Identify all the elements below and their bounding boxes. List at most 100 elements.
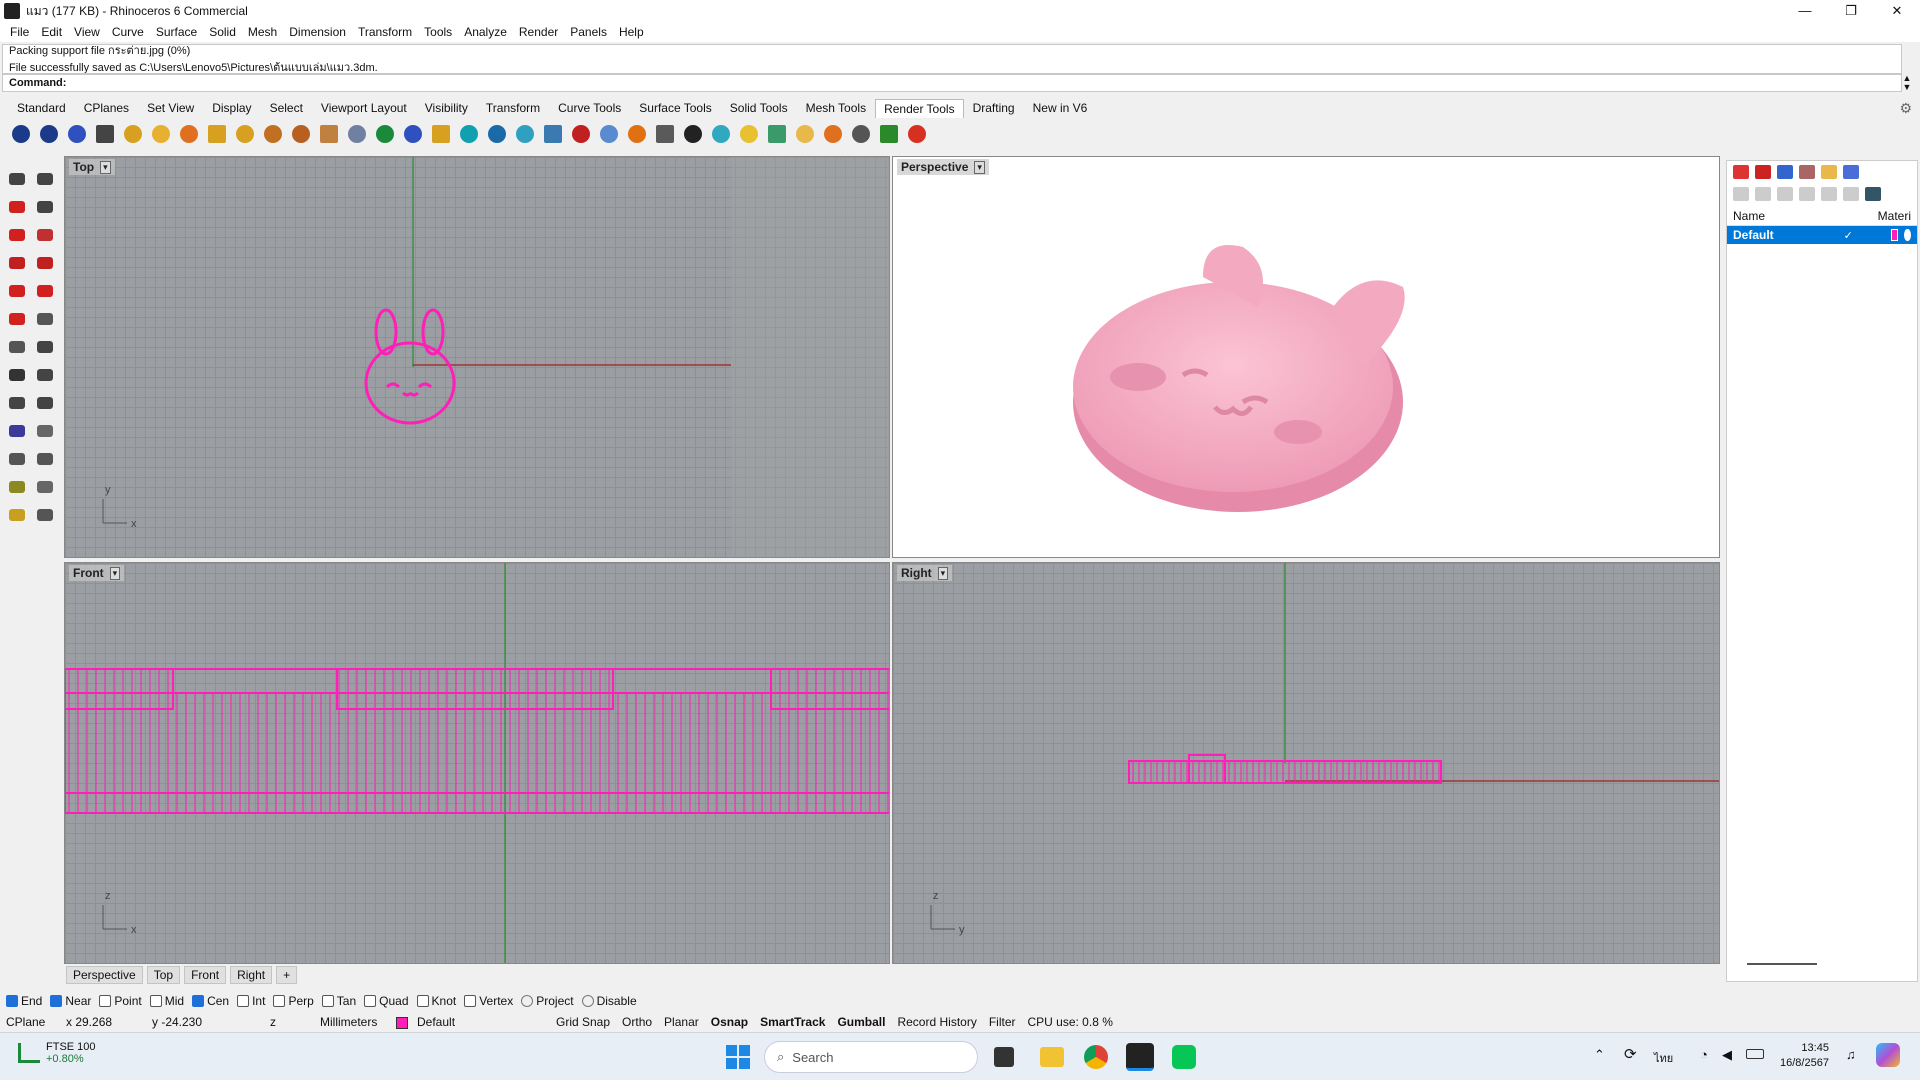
- ground-plane-icon[interactable]: [456, 121, 482, 147]
- menu-transform[interactable]: Transform: [352, 25, 418, 39]
- minimize-button[interactable]: —: [1782, 0, 1828, 22]
- render-icon[interactable]: [1777, 165, 1793, 179]
- menu-surface[interactable]: Surface: [150, 25, 203, 39]
- save-icon[interactable]: [32, 194, 58, 220]
- funnel-icon[interactable]: [32, 418, 58, 444]
- viewport-label-front[interactable]: Front ▾: [69, 565, 125, 581]
- osnap-near[interactable]: Near: [50, 994, 91, 1008]
- osnap-cen[interactable]: Cen: [192, 994, 229, 1008]
- gear-icon[interactable]: ⚙: [1899, 100, 1912, 117]
- taskbar-search[interactable]: ⌕ Search: [764, 1041, 978, 1073]
- rhino-taskbar-icon[interactable]: [1126, 1043, 1154, 1071]
- dropdown-arrow-icon[interactable]: ▾: [937, 566, 949, 580]
- checkbox[interactable]: [50, 995, 63, 1007]
- menu-render[interactable]: Render: [513, 25, 564, 39]
- menu-help[interactable]: Help: [613, 25, 650, 39]
- layers-icon[interactable]: [1755, 165, 1771, 179]
- panel-scrollbar[interactable]: [1747, 963, 1817, 965]
- rectangular-light-icon[interactable]: [204, 121, 230, 147]
- planar-toggle[interactable]: Planar: [658, 1015, 705, 1029]
- tab-set-view[interactable]: Set View: [138, 98, 203, 118]
- move-left-icon[interactable]: [1843, 187, 1859, 201]
- ortho-toggle[interactable]: Ortho: [616, 1015, 658, 1029]
- edit-icon[interactable]: [1799, 165, 1815, 179]
- plane-icon[interactable]: [32, 390, 58, 416]
- menu-analyze[interactable]: Analyze: [458, 25, 513, 39]
- environment-icon[interactable]: [372, 121, 398, 147]
- material-icon[interactable]: [1904, 229, 1911, 241]
- pan-icon[interactable]: [32, 502, 58, 528]
- checkbox[interactable]: [464, 995, 477, 1007]
- car-icon[interactable]: [4, 278, 30, 304]
- filter-icon[interactable]: [1865, 187, 1881, 201]
- car-small-icon[interactable]: [32, 250, 58, 276]
- light-properties-icon[interactable]: [344, 121, 370, 147]
- tab-curve-tools[interactable]: Curve Tools: [549, 98, 630, 118]
- plane-icon[interactable]: [4, 390, 30, 416]
- circle-icon[interactable]: [32, 306, 58, 332]
- plane-icon[interactable]: [4, 418, 30, 444]
- add-viewport-icon[interactable]: +: [276, 966, 298, 984]
- osnap-vertex[interactable]: Vertex: [464, 994, 513, 1008]
- osnap-point[interactable]: Point: [99, 994, 142, 1008]
- cylinder-icon[interactable]: [32, 222, 58, 248]
- osnap-end[interactable]: End: [6, 994, 42, 1008]
- zoom-icon[interactable]: [4, 446, 30, 472]
- filter-toggle[interactable]: Filter: [983, 1015, 1022, 1029]
- osnap-toggle[interactable]: Osnap: [705, 1015, 754, 1029]
- checkbox[interactable]: [364, 995, 377, 1007]
- tab-cplanes[interactable]: CPlanes: [75, 98, 138, 118]
- input-language[interactable]: ไทย: [1654, 1049, 1673, 1067]
- chrome-icon[interactable]: [1084, 1045, 1108, 1069]
- viewport-tab-right[interactable]: Right: [230, 966, 273, 984]
- osnap-disable[interactable]: Disable: [581, 994, 637, 1008]
- sync-icon[interactable]: ⟳: [1624, 1045, 1637, 1063]
- layer-row[interactable]: Default ✓: [1727, 226, 1917, 244]
- light-array-icon[interactable]: [260, 121, 286, 147]
- tab-display[interactable]: Display: [203, 98, 260, 118]
- checker-icon[interactable]: [680, 121, 706, 147]
- volume-icon[interactable]: ◀: [1722, 1047, 1732, 1063]
- move-icon[interactable]: [4, 362, 30, 388]
- battery-icon[interactable]: [1746, 1049, 1764, 1059]
- materials-icon[interactable]: [92, 121, 118, 147]
- file-explorer-icon[interactable]: [1040, 1047, 1064, 1067]
- viewport-perspective[interactable]: Perspective ▾: [892, 156, 1720, 558]
- command-line[interactable]: Command:: [2, 74, 1902, 92]
- osnap-int[interactable]: Int: [237, 994, 265, 1008]
- properties-icon[interactable]: [1733, 165, 1749, 179]
- car-icon[interactable]: [32, 278, 58, 304]
- cplane-status[interactable]: CPlane: [0, 1015, 60, 1029]
- new-layer-icon[interactable]: [1733, 187, 1749, 201]
- magnifier-icon[interactable]: [736, 121, 762, 147]
- menu-solid[interactable]: Solid: [203, 25, 242, 39]
- sun-icon[interactable]: [288, 121, 314, 147]
- menu-file[interactable]: File: [4, 25, 35, 39]
- zoom-extents-icon[interactable]: [4, 474, 30, 500]
- checkbox[interactable]: [273, 995, 286, 1007]
- dropdown-arrow-icon[interactable]: ▾: [100, 160, 111, 174]
- line-app-icon[interactable]: [1172, 1045, 1196, 1069]
- checkbox[interactable]: [416, 995, 429, 1007]
- cylinder-mapping-icon[interactable]: [540, 121, 566, 147]
- radio-button[interactable]: [521, 995, 534, 1007]
- clock[interactable]: 13:45 16/8/2567: [1780, 1041, 1829, 1071]
- menu-mesh[interactable]: Mesh: [242, 25, 283, 39]
- viewport-label-perspective[interactable]: Perspective ▾: [897, 159, 989, 175]
- dropdown-arrow-icon[interactable]: ▾: [974, 160, 985, 174]
- sphere-mapping-icon[interactable]: [596, 121, 622, 147]
- point-light-icon[interactable]: [148, 121, 174, 147]
- radio-button[interactable]: [581, 995, 594, 1007]
- checkbox[interactable]: [321, 995, 334, 1007]
- texture-icon[interactable]: [400, 121, 426, 147]
- display-icon[interactable]: [1843, 165, 1859, 179]
- tab-standard[interactable]: Standard: [8, 98, 75, 118]
- film-icon[interactable]: [568, 121, 594, 147]
- name-column-header[interactable]: Name: [1733, 209, 1765, 223]
- car-red-icon[interactable]: [4, 222, 30, 248]
- grid-snap-toggle[interactable]: Grid Snap: [550, 1015, 616, 1029]
- gear-sparkle-icon[interactable]: [820, 121, 846, 147]
- tab-new-in-v6[interactable]: New in V6: [1024, 98, 1097, 118]
- checkbox[interactable]: [6, 995, 18, 1007]
- new-sublayer-icon[interactable]: [1755, 187, 1771, 201]
